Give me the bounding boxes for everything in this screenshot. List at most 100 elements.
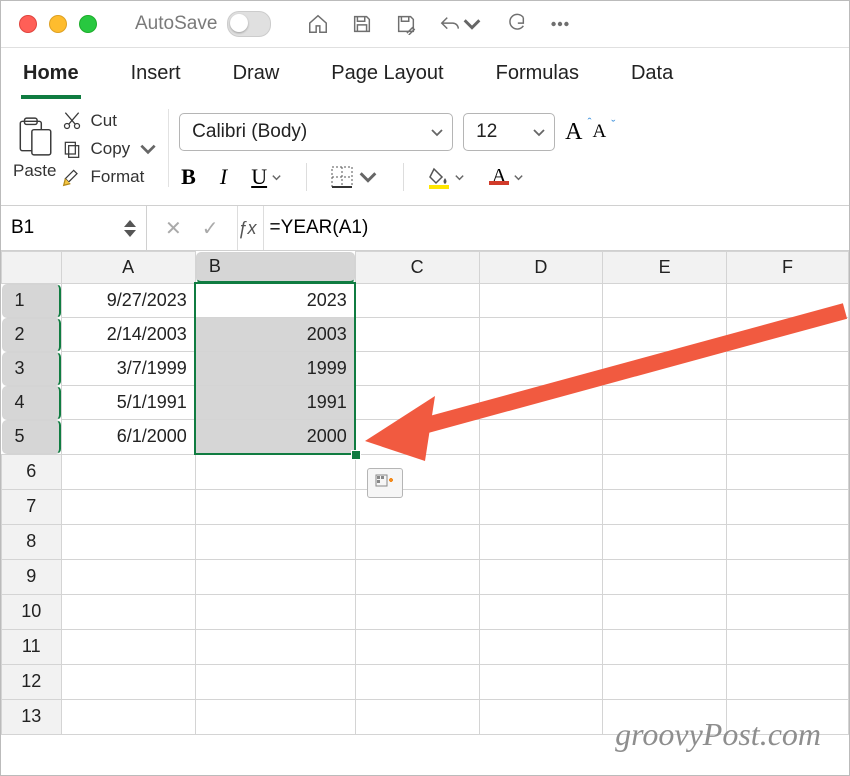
- fill-color-button[interactable]: [428, 165, 465, 189]
- cell-C8[interactable]: [355, 524, 479, 559]
- cell-A11[interactable]: [61, 629, 195, 664]
- cancel-formula-icon[interactable]: ✕: [165, 216, 182, 241]
- cell-D1[interactable]: [479, 283, 603, 318]
- cell-C5[interactable]: [355, 420, 479, 455]
- cell-D8[interactable]: [479, 524, 603, 559]
- formula-input[interactable]: =YEAR(A1): [264, 217, 849, 239]
- italic-button[interactable]: I: [220, 164, 227, 190]
- cell-B6[interactable]: [195, 454, 355, 489]
- row-header-5[interactable]: 5: [2, 420, 61, 454]
- cell-B3[interactable]: 1999: [195, 352, 355, 386]
- row-header-8[interactable]: 8: [2, 524, 62, 559]
- cell-A12[interactable]: [61, 664, 195, 699]
- cell-A8[interactable]: [61, 524, 195, 559]
- cell-C10[interactable]: [355, 594, 479, 629]
- cell-C9[interactable]: [355, 559, 479, 594]
- cell-D11[interactable]: [479, 629, 603, 664]
- font-color-button[interactable]: A: [489, 169, 524, 185]
- font-family-select[interactable]: Calibri (Body): [179, 113, 453, 151]
- cell-E1[interactable]: [603, 283, 727, 318]
- cell-A1[interactable]: 9/27/2023: [61, 283, 195, 318]
- tab-insert[interactable]: Insert: [129, 58, 183, 99]
- copy-button[interactable]: Copy: [62, 139, 158, 159]
- cell-B11[interactable]: [195, 629, 355, 664]
- cell-B10[interactable]: [195, 594, 355, 629]
- more-commands-icon[interactable]: [549, 13, 571, 35]
- cell-E2[interactable]: [603, 318, 727, 352]
- cell-F8[interactable]: [726, 524, 848, 559]
- cell-F10[interactable]: [726, 594, 848, 629]
- row-header-11[interactable]: 11: [2, 629, 62, 664]
- cell-F3[interactable]: [726, 352, 848, 386]
- cell-B4[interactable]: 1991: [195, 386, 355, 420]
- cell-A9[interactable]: [61, 559, 195, 594]
- redo-button[interactable]: [505, 13, 527, 35]
- cell-F11[interactable]: [726, 629, 848, 664]
- row-header-4[interactable]: 4: [2, 386, 61, 420]
- tab-home[interactable]: Home: [21, 58, 81, 99]
- name-box-spinner[interactable]: [124, 220, 136, 237]
- cell-E6[interactable]: [603, 454, 727, 489]
- cell-B5[interactable]: 2000: [195, 420, 355, 455]
- fill-handle[interactable]: [351, 450, 361, 460]
- cell-A4[interactable]: 5/1/1991: [61, 386, 195, 420]
- row-header-1[interactable]: 1: [2, 284, 61, 318]
- cell-E7[interactable]: [603, 489, 727, 524]
- select-all-corner[interactable]: [2, 252, 62, 284]
- save-icon[interactable]: [351, 13, 373, 35]
- cell-A6[interactable]: [61, 454, 195, 489]
- cell-F1[interactable]: [726, 283, 848, 318]
- cell-D3[interactable]: [479, 352, 603, 386]
- row-header-12[interactable]: 12: [2, 664, 62, 699]
- cell-C3[interactable]: [355, 352, 479, 386]
- cell-E5[interactable]: [603, 420, 727, 455]
- tab-draw[interactable]: Draw: [231, 58, 282, 99]
- accept-formula-icon[interactable]: ✓: [202, 216, 219, 241]
- tab-data[interactable]: Data: [629, 58, 675, 99]
- cell-D5[interactable]: [479, 420, 603, 455]
- cell-E10[interactable]: [603, 594, 727, 629]
- column-header-F[interactable]: F: [726, 252, 848, 284]
- cut-button[interactable]: Cut: [62, 111, 158, 131]
- tab-formulas[interactable]: Formulas: [494, 58, 581, 99]
- close-window-button[interactable]: [19, 15, 37, 33]
- row-header-3[interactable]: 3: [2, 352, 61, 386]
- bold-button[interactable]: B: [181, 164, 196, 190]
- cell-E9[interactable]: [603, 559, 727, 594]
- row-header-10[interactable]: 10: [2, 594, 62, 629]
- column-header-D[interactable]: D: [479, 252, 603, 284]
- cell-C11[interactable]: [355, 629, 479, 664]
- cell-D13[interactable]: [479, 699, 603, 734]
- cell-F9[interactable]: [726, 559, 848, 594]
- cell-D2[interactable]: [479, 318, 603, 352]
- row-header-7[interactable]: 7: [2, 489, 62, 524]
- cell-B13[interactable]: [195, 699, 355, 734]
- cell-E4[interactable]: [603, 386, 727, 420]
- row-header-2[interactable]: 2: [2, 318, 61, 352]
- cell-A5[interactable]: 6/1/2000: [61, 420, 195, 455]
- format-painter-button[interactable]: Format: [62, 167, 158, 187]
- cell-D6[interactable]: [479, 454, 603, 489]
- cell-E8[interactable]: [603, 524, 727, 559]
- cell-D9[interactable]: [479, 559, 603, 594]
- undo-button[interactable]: [439, 13, 483, 35]
- row-header-6[interactable]: 6: [2, 454, 62, 489]
- cell-A3[interactable]: 3/7/1999: [61, 352, 195, 386]
- cell-E11[interactable]: [603, 629, 727, 664]
- row-header-13[interactable]: 13: [2, 699, 62, 734]
- cell-B9[interactable]: [195, 559, 355, 594]
- column-header-A[interactable]: A: [61, 252, 195, 284]
- column-header-E[interactable]: E: [603, 252, 727, 284]
- cell-B2[interactable]: 2003: [195, 318, 355, 352]
- grow-font-button[interactable]: Aˆ: [565, 119, 582, 146]
- row-header-9[interactable]: 9: [2, 559, 62, 594]
- home-icon[interactable]: [307, 13, 329, 35]
- cell-D10[interactable]: [479, 594, 603, 629]
- font-size-select[interactable]: 12: [463, 113, 555, 151]
- column-header-C[interactable]: C: [355, 252, 479, 284]
- cell-C13[interactable]: [355, 699, 479, 734]
- shrink-font-button[interactable]: Aˇ: [593, 121, 607, 143]
- minimize-window-button[interactable]: [49, 15, 67, 33]
- cell-B1[interactable]: 2023: [195, 283, 355, 318]
- fullscreen-window-button[interactable]: [79, 15, 97, 33]
